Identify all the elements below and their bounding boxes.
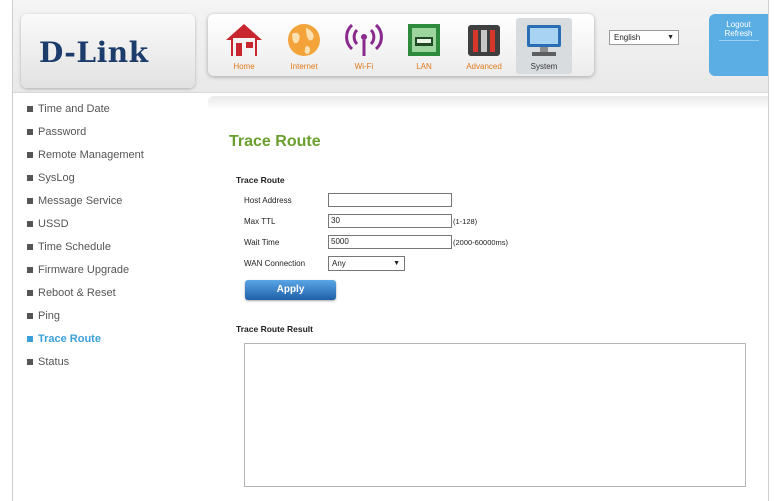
bullet-icon <box>27 243 33 250</box>
nav-lan-label: LAN <box>416 62 432 71</box>
globe-icon <box>288 24 320 56</box>
sidebar-item-status[interactable]: Status <box>27 350 197 373</box>
language-select[interactable]: English ▼ <box>609 30 679 45</box>
wifi-icon <box>345 23 383 56</box>
bullet-icon <box>27 335 33 342</box>
host-address-label: Host Address <box>244 196 292 205</box>
chevron-down-icon: ▼ <box>393 260 400 267</box>
max-ttl-input[interactable]: 30 <box>328 214 452 228</box>
top-header: D-Link Home Internet Wi-Fi LAN Advanced … <box>13 0 768 93</box>
sidebar-item-firmware-upgrade[interactable]: Firmware Upgrade <box>27 258 197 281</box>
bullet-icon <box>27 128 33 135</box>
nav-system-label: System <box>530 62 558 71</box>
max-ttl-label: Max TTL <box>244 217 276 226</box>
main-nav: Home Internet Wi-Fi LAN Advanced System <box>208 14 594 76</box>
nav-home[interactable]: Home <box>216 18 272 74</box>
wan-connection-label: WAN Connection <box>244 259 306 268</box>
wait-time-label: Wait Time <box>244 238 280 247</box>
bullet-icon <box>27 197 33 204</box>
page-title: Trace Route <box>229 133 321 150</box>
nav-internet-label: Internet <box>290 62 318 71</box>
sidebar-item-label: Message Service <box>38 194 123 207</box>
sidebar-item-label: Password <box>38 125 87 138</box>
bullet-icon <box>27 358 33 365</box>
user-panel: Logout Refresh <box>709 14 768 76</box>
tools-icon <box>468 25 500 56</box>
sidebar-item-message-service[interactable]: Message Service <box>27 189 197 212</box>
sidebar-item-label: Trace Route <box>38 332 101 345</box>
bullet-icon <box>27 312 33 319</box>
main-content: Trace Route Trace Route Host Address Max… <box>208 96 768 501</box>
refresh-link[interactable]: Refresh <box>709 29 768 38</box>
bullet-icon <box>27 105 33 112</box>
computer-icon <box>527 25 561 56</box>
sidebar-item-label: Reboot & Reset <box>38 286 116 299</box>
sidebar-menu: Time and Date Password Remote Management… <box>27 97 197 373</box>
sidebar-item-remote-management[interactable]: Remote Management <box>27 143 197 166</box>
router-admin-window: D-Link Home Internet Wi-Fi LAN Advanced … <box>12 0 769 501</box>
host-address-input[interactable] <box>328 193 452 207</box>
sidebar-item-time-schedule[interactable]: Time Schedule <box>27 235 197 258</box>
sidebar-item-trace-route[interactable]: Trace Route <box>27 327 197 350</box>
wait-time-input[interactable]: 5000 <box>328 235 452 249</box>
home-icon <box>226 24 262 56</box>
wan-connection-value: Any <box>332 259 346 268</box>
wan-connection-select[interactable]: Any ▼ <box>328 256 405 271</box>
max-ttl-hint: (1-128) <box>453 217 478 226</box>
sidebar-item-label: USSD <box>38 217 69 230</box>
sidebar-item-time-and-date[interactable]: Time and Date <box>27 97 197 120</box>
sidebar-item-reboot-reset[interactable]: Reboot & Reset <box>27 281 197 304</box>
sidebar-item-label: Firmware Upgrade <box>38 263 130 276</box>
sidebar-item-label: SysLog <box>38 171 75 184</box>
trace-route-result-box[interactable] <box>244 343 746 487</box>
user-panel-divider <box>718 40 759 41</box>
dlink-logo: D-Link <box>39 36 149 69</box>
nav-wifi[interactable]: Wi-Fi <box>336 18 392 74</box>
bullet-icon <box>27 266 33 273</box>
bullet-icon <box>27 174 33 181</box>
sidebar-item-label: Time Schedule <box>38 240 111 253</box>
nav-internet[interactable]: Internet <box>276 18 332 74</box>
logout-link[interactable]: Logout <box>709 20 768 29</box>
nav-system[interactable]: System <box>516 18 572 74</box>
sidebar-item-syslog[interactable]: SysLog <box>27 166 197 189</box>
nav-wifi-label: Wi-Fi <box>354 62 374 71</box>
language-value: English <box>614 33 641 42</box>
nav-lan[interactable]: LAN <box>396 18 452 74</box>
bullet-icon <box>27 289 33 296</box>
bullet-icon <box>27 220 33 227</box>
nav-home-label: Home <box>233 62 255 71</box>
apply-button[interactable]: Apply <box>245 280 336 300</box>
trace-route-result-title: Trace Route Result <box>236 324 313 334</box>
logo-panel: D-Link <box>21 14 195 88</box>
lan-icon <box>408 24 440 56</box>
sidebar-item-label: Time and Date <box>38 102 110 115</box>
nav-advanced-label: Advanced <box>466 62 502 71</box>
sidebar-item-ussd[interactable]: USSD <box>27 212 197 235</box>
sidebar-item-label: Remote Management <box>38 148 144 161</box>
wait-time-hint: (2000-60000ms) <box>453 238 509 247</box>
sidebar-item-label: Status <box>38 355 70 368</box>
sidebar-item-password[interactable]: Password <box>27 120 197 143</box>
bullet-icon <box>27 151 33 158</box>
chevron-down-icon: ▼ <box>667 34 674 41</box>
sidebar-item-ping[interactable]: Ping <box>27 304 197 327</box>
nav-advanced[interactable]: Advanced <box>456 18 512 74</box>
trace-route-section-title: Trace Route <box>236 175 285 185</box>
sidebar-item-label: Ping <box>38 309 61 322</box>
